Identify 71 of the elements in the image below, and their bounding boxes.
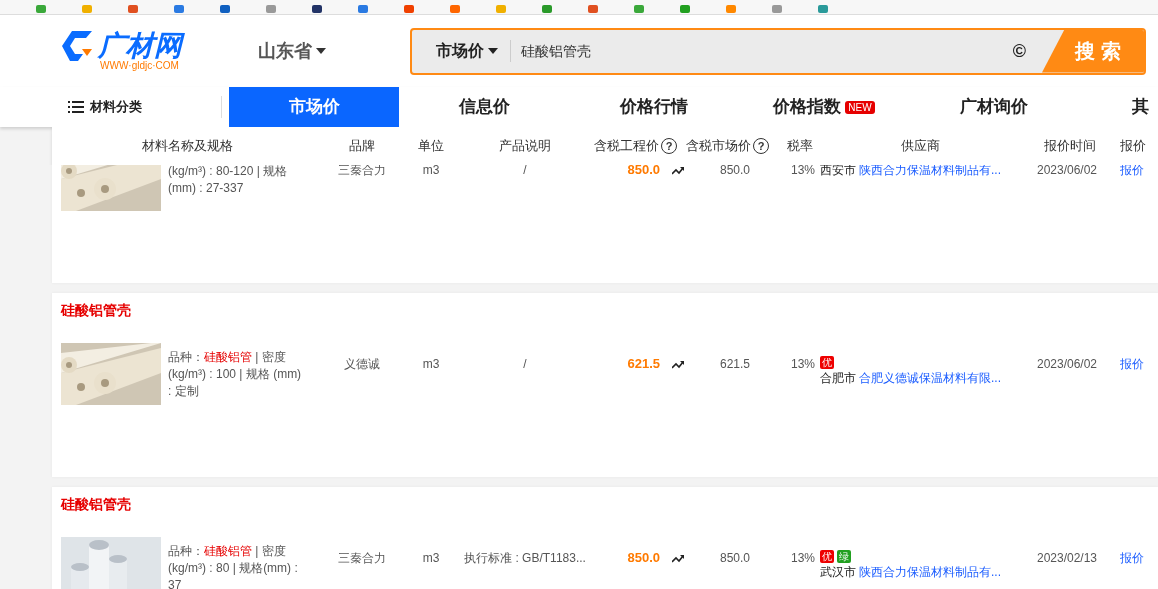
bookmark-icon[interactable] [174,5,184,13]
quote-link[interactable]: 报价 [1120,355,1144,373]
nav-tab[interactable]: 广材询价 [909,87,1079,127]
scope-dropdown[interactable]: 市场价 [412,40,511,62]
tax-text: 13% [790,356,815,373]
nav-tab[interactable]: 价格指数 NEW [739,87,909,127]
nav-tab[interactable]: 信息价 [399,87,569,127]
nav-tab[interactable]: 价格行情 [569,87,739,127]
price-text: 621.5 [627,355,660,374]
menu-icon [68,101,84,113]
badge-tag: 优 [820,355,834,369]
price-text: 621.5 [720,356,750,373]
column-header: 含税市场价 [686,137,751,156]
unit-text: m3 [422,356,440,373]
logo-url: WWW·gldjc·COM [100,61,180,71]
price-text: 850.0 [627,549,660,568]
city-text: 合肥市 [820,369,856,387]
column-header: 报价时间 [1044,137,1096,156]
brand-text: 三秦合力 [338,162,386,179]
date-text: 2023/06/02 [1036,356,1098,373]
column-header: 材料名称及规格 [141,137,233,156]
bookmark-icon[interactable] [358,5,368,13]
description-text: / [523,356,527,373]
category-menu[interactable]: 材料分类 [0,96,222,118]
column-header: 含税工程价 [594,137,659,156]
product-title[interactable]: 硅酸铝管壳 [61,496,131,512]
spec-text: (kg/m³) : 80-120 | 规格 (mm) : 27-337 [168,163,289,197]
new-badge: NEW [845,100,875,114]
brand-text: 三秦合力 [338,550,386,567]
unit-text: m3 [422,550,440,567]
column-header: 税率 [787,137,813,156]
unit-text: m3 [422,162,440,179]
nav-tab[interactable]: 市场价 [229,87,399,127]
trend-icon [672,553,684,563]
price-text: 850.0 [720,550,750,567]
quote-link[interactable]: 报价 [1120,549,1144,567]
brand-text: 义德诚 [344,356,380,373]
price-text: 850.0 [720,162,750,179]
bookmark-icon[interactable] [220,5,230,13]
city-text: 武汉市 [820,563,856,581]
product-title[interactable]: 硅酸铝管壳 [61,302,131,318]
search-field[interactable]: 市场价 硅酸铝管壳 © 搜 索 [410,27,1146,75]
nav-tab[interactable]: 其 [1079,87,1158,127]
column-header: 报价 [1120,137,1146,156]
spec-text: 品种：硅酸铝管 | 密度 (kg/m³) : 80 | 规格(mm) : 37 [168,542,299,589]
supplier-link[interactable]: 陕西合力保温材料制品有... [859,562,1001,581]
trend-icon [672,165,684,175]
date-text: 2023/02/13 [1036,550,1098,567]
city-text: 西安市 [820,162,856,179]
camera-search-icon[interactable]: © [1012,37,1026,65]
bookmark-icon[interactable] [312,5,322,13]
description-text: / [523,162,527,179]
supplier-link[interactable]: 陕西合力保温材料制品有... [859,161,1001,179]
caret-icon [316,48,326,54]
price-text: 850.0 [627,161,660,180]
description-text: 执行标准 : GB/T1183... [464,550,586,567]
column-header: 供应商 [900,137,940,156]
badge-tag: 绿 [837,549,851,563]
column-header: 产品说明 [499,137,551,156]
quote-link[interactable]: 报价 [1120,161,1144,179]
spec-text: 品种：硅酸铝管 | 密度 (kg/m³) : 100 | 规格 (mm) : 定制 [168,348,303,400]
region-dropdown[interactable]: 山东省 [258,37,326,65]
date-text: 2023/06/02 [1036,162,1098,179]
tax-text: 13% [790,550,815,567]
trend-icon [672,359,684,369]
tax-text: 13% [790,162,815,179]
badge-tag: 优 [820,549,834,563]
supplier-link[interactable]: 合肥义德诚保温材料有限... [859,368,1001,387]
caret-icon [488,48,498,54]
column-header: 单位 [418,137,444,156]
column-header: 品牌 [349,137,375,156]
